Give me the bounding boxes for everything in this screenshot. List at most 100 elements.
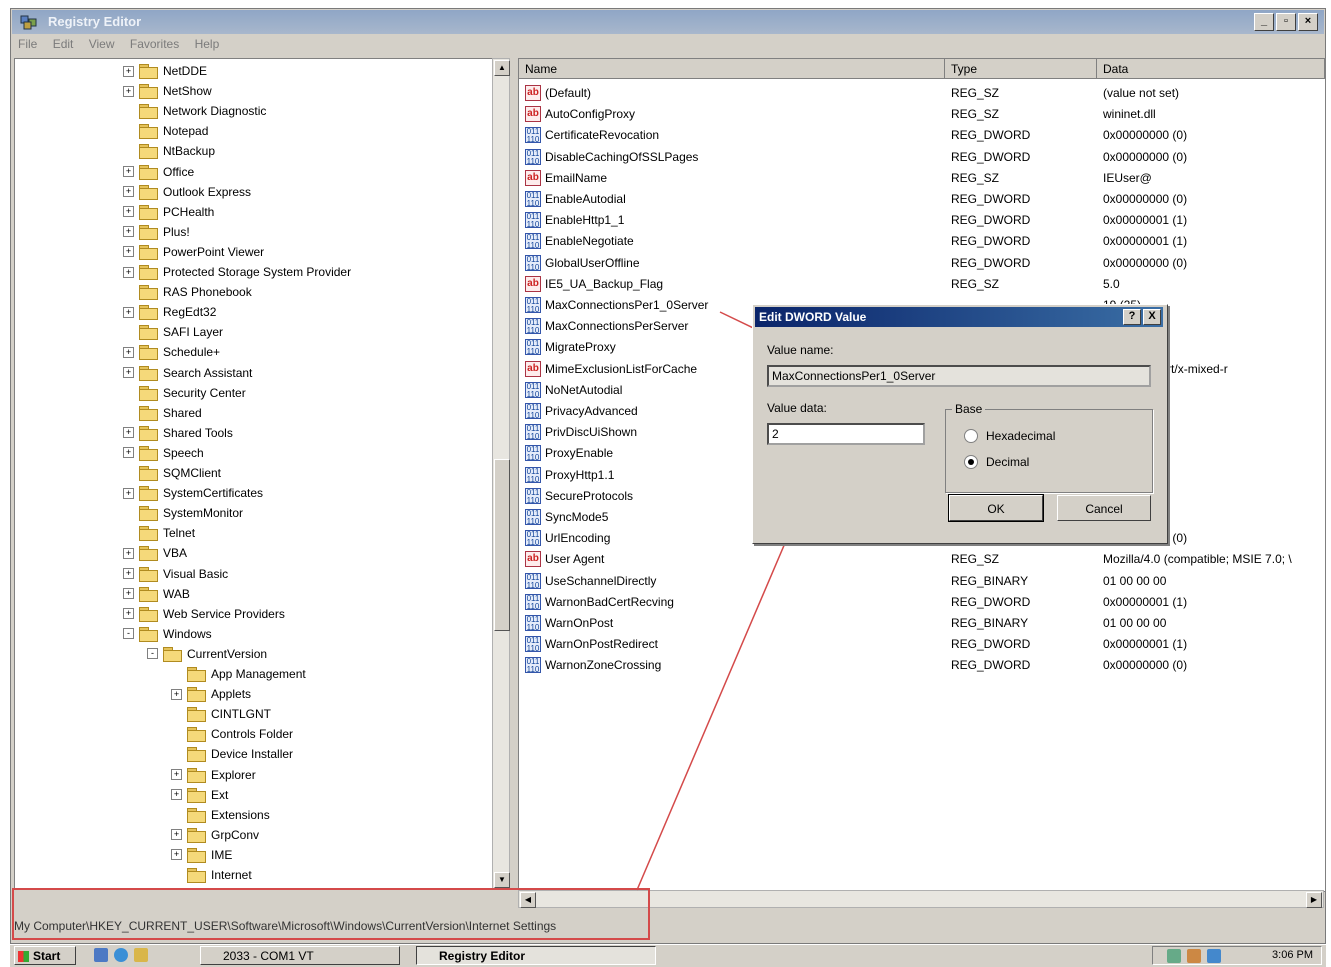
ie-quicklaunch-icon[interactable] [114,948,128,962]
registry-value-row[interactable]: 011 110 EnableAutodial REG_DWORD 0x00000000… [519,189,1325,210]
tree-node[interactable]: + RegEdt32 [123,302,216,322]
expand-icon[interactable]: + [123,568,134,579]
expand-icon[interactable]: + [123,226,134,238]
tree-node[interactable]: Internet [171,865,252,885]
expand-icon[interactable]: + [123,246,134,258]
maximize-button[interactable]: ▫ [1276,13,1296,31]
tree-node[interactable]: RAS Phonebook [123,282,252,302]
registry-value-row[interactable]: ab IE5_UA_Backup_Flag REG_SZ 5.0 [519,274,1325,295]
folder-quicklaunch-icon[interactable] [134,948,148,962]
value-name-field[interactable] [767,365,1151,387]
registry-value-row[interactable]: ab (Default) REG_SZ (value not set) [519,83,1325,104]
tree-node[interactable]: + Applets [171,684,251,704]
registry-value-row[interactable]: 011 110 GlobalUserOffline REG_DWORD 0x00000… [519,253,1325,274]
expand-icon[interactable]: + [123,85,134,97]
tree-node[interactable]: CINTLGNT [171,704,271,724]
dialog-help-button[interactable]: ? [1123,309,1141,325]
tree-node[interactable]: + PowerPoint Viewer [123,242,264,262]
expand-icon[interactable]: + [123,166,134,177]
expand-icon[interactable]: + [123,588,134,600]
tree-node[interactable]: + Speech [123,443,204,463]
radio-decimal-circle[interactable] [964,455,978,469]
expand-icon[interactable]: + [123,487,134,499]
expand-icon[interactable]: + [123,547,134,559]
tree-node[interactable]: SystemMonitor [123,503,243,523]
registry-value-row[interactable]: 011 110 EnableNegotiate REG_DWORD 0x0000000… [519,231,1325,252]
tree-node[interactable]: + NetDDE [123,61,207,81]
menu-favorites[interactable]: Favorites [124,34,185,54]
radio-hexadecimal[interactable]: Hexadecimal [964,428,1055,444]
tree-node[interactable]: Extensions [171,805,270,825]
expand-icon[interactable]: + [123,608,134,620]
scroll-thumb[interactable] [494,459,510,631]
menu-help[interactable]: Help [189,34,226,54]
expand-icon[interactable]: + [123,447,134,459]
scroll-down-arrow[interactable]: ▼ [494,872,510,888]
registry-value-row[interactable]: 011 110 DisableCachingOfSSLPages REG_DWORD… [519,147,1325,168]
registry-value-row[interactable]: 011 110 WarnOnPost REG_BINARY 01 00 00 00 [519,613,1325,634]
tree-node[interactable]: + Protected Storage System Provider [123,262,351,282]
tree-node[interactable]: + Outlook Express [123,182,251,202]
expand-icon[interactable]: + [123,186,134,198]
collapse-icon[interactable]: - [123,628,134,640]
desktop-quicklaunch-icon[interactable] [94,948,108,962]
start-button[interactable]: Start [14,946,76,965]
registry-value-row[interactable]: 011 110 CertificateRevocation REG_DWORD 0x0… [519,125,1325,146]
registry-value-row[interactable]: 011 110 UseSchannelDirectly REG_BINARY 01 0… [519,571,1325,592]
security-tray-icon[interactable] [1187,949,1201,963]
tree-node[interactable]: Security Center [123,383,246,403]
expand-icon[interactable]: + [123,266,134,278]
tree-node[interactable]: Device Installer [171,744,293,764]
pane-splitter[interactable] [510,58,518,908]
expand-icon[interactable]: + [171,688,182,700]
tree-node[interactable]: NtBackup [123,141,215,161]
expand-icon[interactable]: + [123,427,134,439]
registry-key-tree[interactable]: + NetDDE + NetShow Network Diagnostic Notepad… [14,58,494,892]
tree-node[interactable]: + Web Service Providers [123,604,285,624]
column-data-header[interactable]: Data [1097,59,1325,79]
tree-node[interactable]: + Search Assistant [123,363,252,383]
radio-decimal[interactable]: Decimal [964,454,1029,470]
menu-edit[interactable]: Edit [47,34,80,54]
tree-node[interactable]: SQMClient [123,463,221,483]
expand-icon[interactable]: + [123,367,134,378]
tree-node[interactable]: Controls Folder [171,724,293,744]
tree-node[interactable]: + IME [171,845,232,865]
tree-node[interactable]: + Schedule+ [123,342,220,362]
column-type-header[interactable]: Type [945,59,1097,79]
registry-value-row[interactable]: ab User Agent REG_SZ Mozilla/4.0 (compatibl… [519,549,1325,570]
tree-node[interactable]: - CurrentVersion [147,644,267,664]
tree-node[interactable]: + SystemCertificates [123,483,263,503]
tree-node[interactable]: + VBA [123,543,187,563]
ok-button[interactable]: OK [948,494,1044,522]
expand-icon[interactable]: + [123,306,134,318]
expand-icon[interactable]: + [171,769,182,780]
expand-icon[interactable]: + [171,829,182,841]
cancel-button[interactable]: Cancel [1057,495,1151,521]
dialog-title-bar[interactable]: Edit DWORD Value ? X [755,307,1163,327]
tree-node[interactable]: + GrpConv [171,825,259,845]
tree-node[interactable]: SAFI Layer [123,322,223,342]
title-bar[interactable]: Registry Editor _ ▫ × [12,10,1324,34]
scroll-right-arrow[interactable]: ▶ [1306,892,1322,908]
tree-vertical-scrollbar[interactable]: ▲ ▼ [492,58,510,890]
expand-icon[interactable]: + [171,849,182,861]
tree-node[interactable]: - Windows [123,624,212,644]
collapse-icon[interactable]: - [147,648,158,660]
close-button[interactable]: × [1298,13,1318,31]
tree-node[interactable]: Notepad [123,121,208,141]
registry-value-row[interactable]: ab AutoConfigProxy REG_SZ wininet.dll [519,104,1325,125]
value-data-field[interactable] [767,423,925,445]
tree-node[interactable]: + Plus! [123,222,190,242]
registry-value-row[interactable]: 011 110 WarnonBadCertRecving REG_DWORD 0x00… [519,592,1325,613]
tree-node[interactable]: + Shared Tools [123,423,233,443]
menu-view[interactable]: View [83,34,121,54]
expand-icon[interactable]: + [123,206,134,218]
tree-node[interactable]: + Office [123,162,194,182]
tree-node[interactable]: + Ext [171,785,228,805]
registry-value-row[interactable]: 011 110 WarnOnPostRedirect REG_DWORD 0x0000… [519,634,1325,655]
registry-value-row[interactable]: ab EmailName REG_SZ IEUser@ [519,168,1325,189]
tree-node[interactable]: App Management [171,664,306,684]
tree-node[interactable]: Telnet [123,523,195,543]
tree-node[interactable]: + Explorer [171,765,256,785]
